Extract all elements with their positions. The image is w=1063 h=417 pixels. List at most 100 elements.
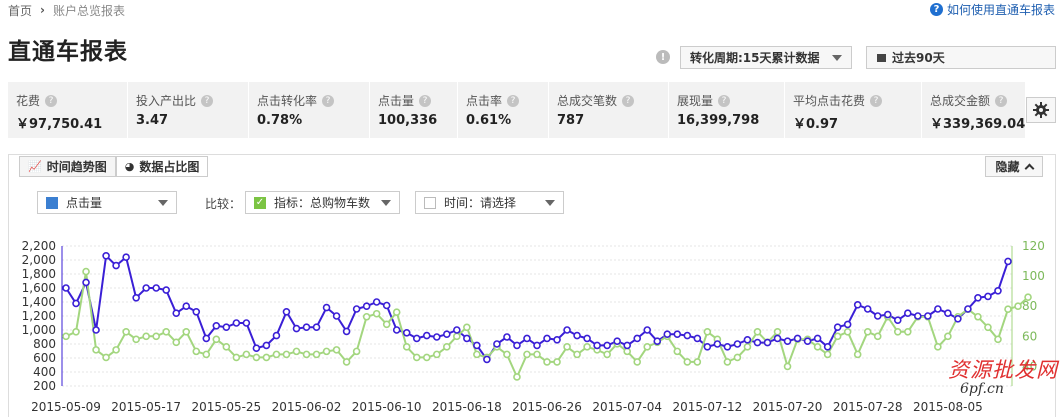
data-point [463,334,471,343]
x-tick-label: 2015-06-10 [352,400,422,414]
data-point [924,312,932,320]
data-point [643,326,652,334]
data-point [944,332,952,341]
y-left-tick-label: 1,200 [22,309,56,323]
data-point [723,342,732,351]
data-point [633,358,642,366]
data-point [262,341,271,350]
data-point [112,346,120,354]
y-left-tick-label: 2,000 [22,253,56,267]
data-point [553,335,561,344]
data-point [613,337,621,346]
data-point [583,343,591,351]
data-point [843,328,852,336]
data-point [152,332,160,341]
data-point [362,302,371,311]
data-point [523,334,531,343]
data-point [432,333,441,341]
watermark-sub: 6pf.cn [960,381,1004,397]
data-point [1014,302,1022,311]
data-point [392,308,401,317]
data-point [232,353,241,362]
data-point [773,334,782,343]
data-point [974,293,982,302]
data-point [182,328,191,336]
data-point [1004,257,1012,266]
data-point [142,284,150,292]
data-point [453,326,461,334]
data-point [813,343,822,351]
data-point [92,346,100,354]
data-point [392,326,401,334]
data-point [272,331,281,340]
data-point [262,353,271,362]
data-point [222,343,231,351]
data-point [453,332,461,341]
data-point [82,267,90,276]
data-point [202,334,211,343]
data-point [743,335,752,344]
data-point [493,340,501,348]
data-point [543,334,551,343]
data-point [302,350,311,359]
data-point [513,373,521,381]
x-tick-label: 2015-08-05 [913,400,983,414]
data-point [934,305,942,313]
data-point [382,301,391,310]
data-point [563,326,571,334]
data-point [753,338,762,347]
data-point [352,305,361,313]
data-point [533,341,541,350]
data-point [783,337,792,346]
data-point [713,340,722,348]
data-point [92,326,100,334]
y-left-tick-label: 600 [33,351,56,365]
data-point [803,337,812,346]
data-point [733,353,742,362]
data-point [833,332,842,341]
x-tick-label: 2015-07-20 [753,400,823,414]
data-point [563,343,571,351]
data-point [412,334,421,343]
data-point [132,293,140,302]
x-tick-label: 2015-05-25 [191,400,261,414]
data-point [102,252,110,260]
data-point [122,328,130,336]
data-point [893,328,902,336]
data-point [252,353,261,362]
data-point [332,346,341,354]
data-point [793,334,802,343]
data-point [753,328,762,336]
x-tick-label: 2015-06-02 [272,400,342,414]
data-point [112,261,120,270]
data-point [603,341,611,350]
data-point [703,342,712,351]
data-point [903,309,912,318]
data-point [683,358,692,366]
data-point [733,340,742,348]
data-point [402,328,411,337]
data-point [372,298,381,306]
data-point [242,350,251,359]
data-point [463,323,471,332]
data-point [422,331,431,340]
data-point [823,350,832,359]
data-point [763,338,772,347]
data-point [282,350,291,359]
data-point [212,335,221,344]
data-point [292,347,301,356]
data-point [272,350,281,359]
data-point [162,328,171,336]
data-point [342,327,351,336]
data-point [863,305,872,313]
data-point [503,333,511,341]
x-tick-label: 2015-07-04 [592,400,662,414]
x-tick-label: 2015-05-17 [111,400,181,414]
data-point [683,331,692,340]
data-point [914,312,922,320]
data-point [903,328,912,336]
data-point [212,321,221,330]
data-point [162,286,171,294]
data-point [443,343,451,351]
data-point [583,334,591,343]
